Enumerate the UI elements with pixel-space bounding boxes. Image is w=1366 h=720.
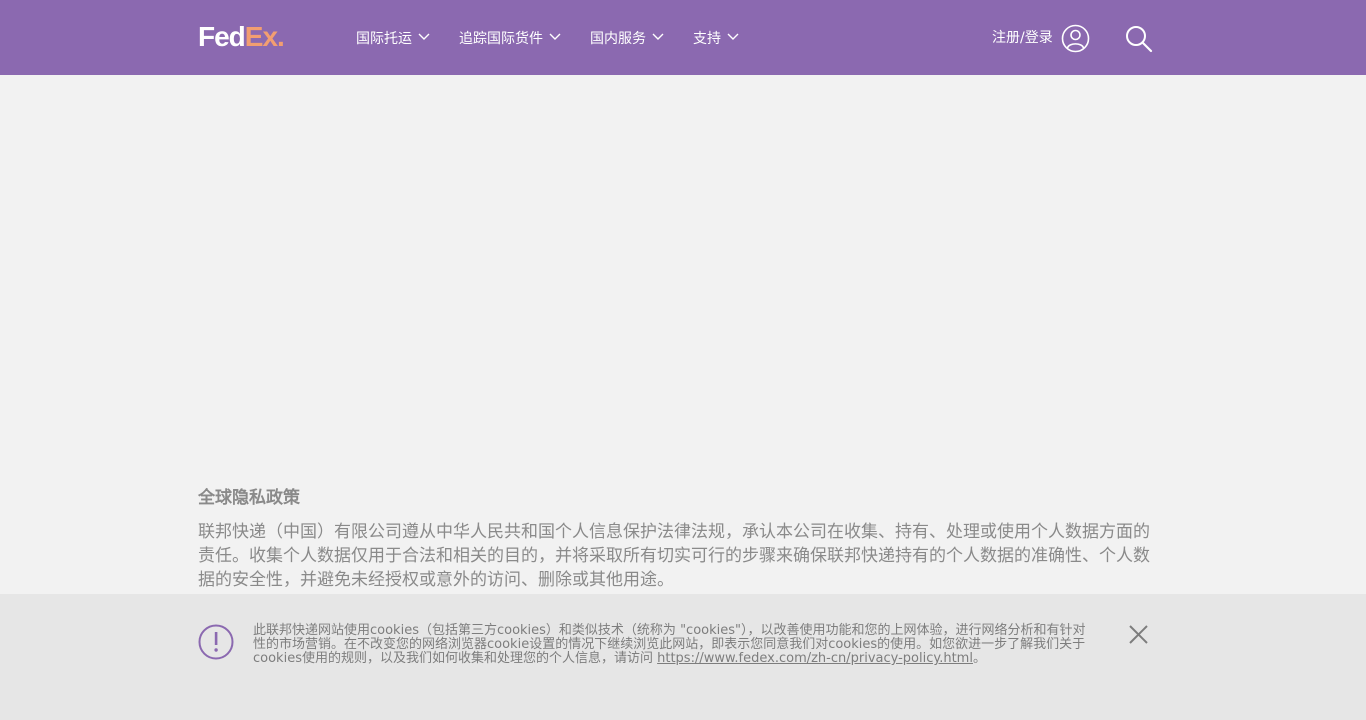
cookie-banner: 此联邦快递网站使用cookies（包括第三方cookies）和类似技术（统称为 …	[0, 594, 1366, 720]
fedex-logo[interactable]: FedEx.	[198, 21, 285, 52]
nav-item-international-shipping[interactable]: 国际托运	[356, 29, 430, 49]
nav-item-label: 支持	[693, 31, 721, 47]
site-header: FedEx. 国际托运 追踪国际货件 国内服务 支持 注册/登录	[0, 0, 1366, 75]
cookie-notice-suffix: 。	[972, 651, 986, 666]
login-link[interactable]: 注册/登录	[992, 28, 1053, 48]
search-icon[interactable]	[1125, 25, 1153, 53]
logo-dot: .	[277, 21, 285, 52]
policy-body: 联邦快递（中国）有限公司遵从中华人民共和国个人信息保护法律法规，承认本公司在收集…	[198, 522, 1150, 590]
logo-fed: Fed	[198, 21, 246, 52]
policy-title: 全球隐私政策	[198, 488, 300, 508]
nav-item-domestic-services[interactable]: 国内服务	[590, 29, 664, 49]
logo-ex: Ex	[244, 21, 278, 52]
nav-item-track-shipment[interactable]: 追踪国际货件	[459, 29, 561, 49]
chevron-down-icon	[727, 33, 739, 40]
chevron-down-icon	[652, 33, 664, 40]
chevron-down-icon	[549, 33, 561, 40]
main-content: 全球隐私政策 联邦快递（中国）有限公司遵从中华人民共和国个人信息保护法律法规，承…	[198, 486, 1154, 592]
privacy-policy-link[interactable]: https://www.fedex.com/zh-cn/privacy-poli…	[657, 651, 973, 666]
nav-item-label: 追踪国际货件	[459, 31, 543, 47]
nav-item-label: 国内服务	[590, 31, 646, 47]
nav-item-label: 国际托运	[356, 31, 412, 47]
user-icon[interactable]	[1061, 24, 1090, 53]
nav-item-support[interactable]: 支持	[693, 29, 739, 49]
chevron-down-icon	[418, 33, 430, 40]
alert-icon	[198, 624, 234, 660]
close-icon[interactable]	[1128, 624, 1149, 645]
cookie-notice-text: 此联邦快递网站使用cookies（包括第三方cookies）和类似技术（统称为 …	[253, 624, 1089, 666]
